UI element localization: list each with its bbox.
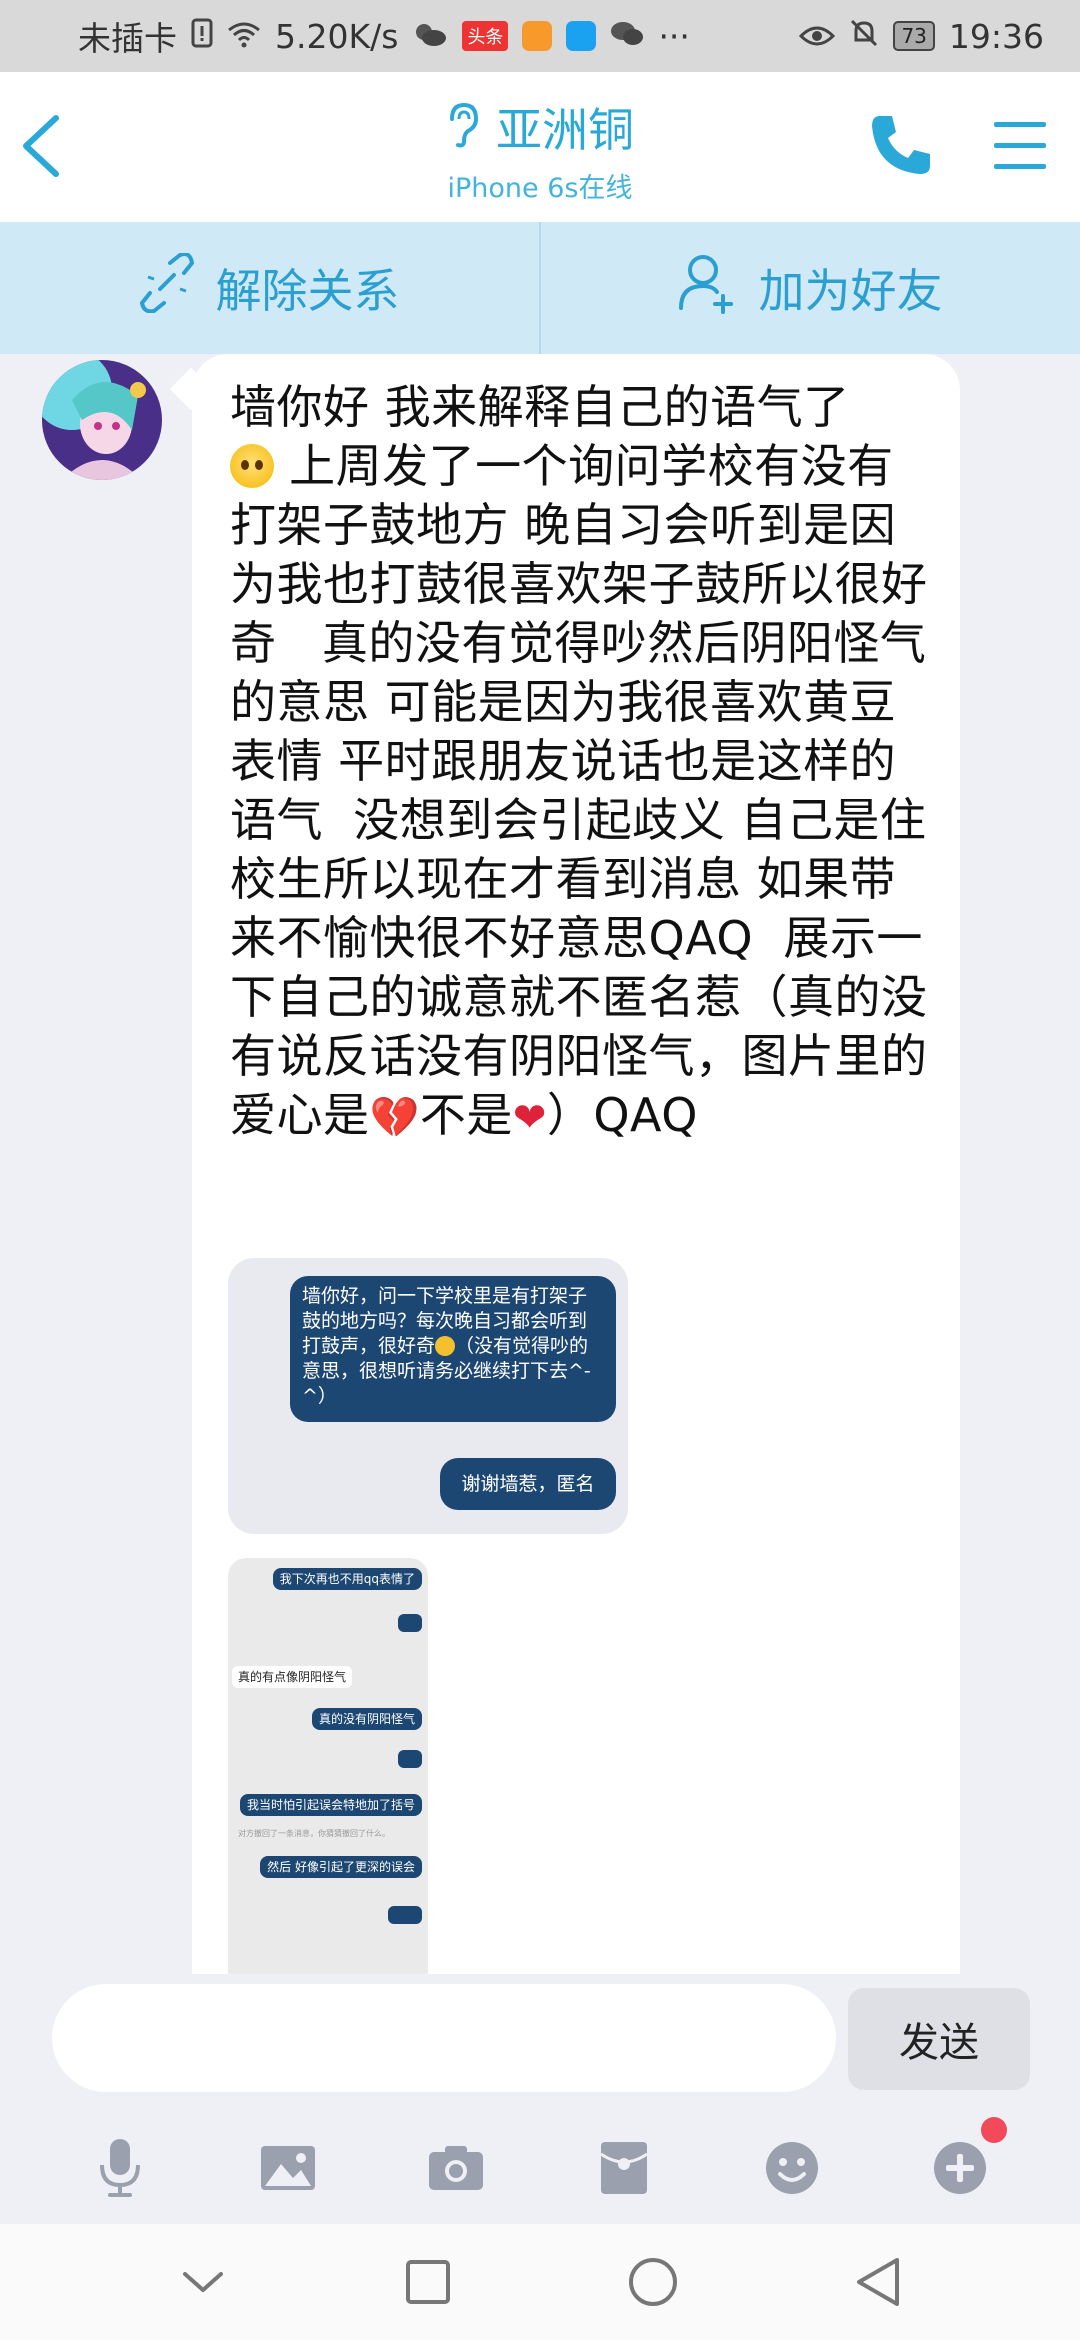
nav-hide-keyboard-button[interactable] xyxy=(168,2247,238,2317)
add-friend-button[interactable]: 加为好友 xyxy=(539,222,1080,354)
screenshot-bubble-thanks: 谢谢墙惹，匿名 xyxy=(440,1458,616,1510)
broken-link-icon xyxy=(139,251,194,324)
wifi-icon xyxy=(227,17,261,56)
input-toolbar xyxy=(0,2112,1080,2224)
more-plus-button[interactable] xyxy=(927,2117,1007,2201)
message-part-4: ）QAQ xyxy=(546,1088,698,1142)
heart-icon: ❤ xyxy=(512,1095,547,1141)
image-button[interactable] xyxy=(255,2135,321,2201)
status-bar: 未插卡 5.20K/s 头条 ··· 73 19:36 xyxy=(0,0,1080,72)
mini-hearts-bubble xyxy=(388,1906,422,1924)
chat-area[interactable]: 墙你好 我来解释自己的语气了 上周发了一个询问学校有没有打架子鼓地方 晚自习会听… xyxy=(0,354,1080,1974)
mini-recall-notice: 对方撤回了一条消息，你猜猜撤回了什么。 xyxy=(238,1829,390,1838)
message-part-2: 上周发了一个询问学校有没有打架子鼓地方 晚自习会听到是因为我也打鼓很喜欢架子鼓所… xyxy=(230,439,928,1142)
mini-emoji-bubble xyxy=(398,1614,422,1632)
contact-name: 亚洲铜 xyxy=(496,103,634,157)
unlink-label: 解除关系 xyxy=(215,264,400,318)
broken-heart-icon: 💔 xyxy=(369,1095,420,1141)
plus-icon xyxy=(934,2142,986,2194)
smiley-face-icon xyxy=(766,2142,818,2194)
more-notifications: ··· xyxy=(658,16,690,56)
eye-icon xyxy=(799,17,836,56)
red-packet-icon xyxy=(600,2142,648,2194)
emoji-button[interactable] xyxy=(759,2135,825,2201)
chevron-down-icon xyxy=(182,2272,223,2292)
add-friend-label: 加为好友 xyxy=(758,264,943,318)
message-part-1: 墙你好 我来解释自己的语气了 xyxy=(230,380,850,434)
system-nav-bar xyxy=(0,2224,1080,2340)
square-icon xyxy=(405,2260,450,2304)
screenshot-bubble-question: 墙你好，问一下学校里是有打架子鼓的地方吗？每次晚自习都会听到打鼓声，很好奇 （没有… xyxy=(290,1276,616,1422)
add-user-icon xyxy=(678,252,737,325)
mini-bubble-not-sarcastic: 真的没有阴阳怪气 xyxy=(311,1708,422,1730)
sim-alert-icon xyxy=(191,17,213,56)
ear-icon xyxy=(446,101,480,153)
speed-text: 5.20K/s xyxy=(275,16,399,56)
chat-header: 亚洲铜 iPhone 6s在线 xyxy=(0,72,1080,222)
toutiao-badge: 头条 xyxy=(462,21,509,51)
red-packet-button[interactable] xyxy=(591,2135,657,2201)
attached-image-2[interactable]: 我下次再也不用qq表情了 真的有点像阴阳怪气 真的没有阴阳怪气 我当时怕引起误会… xyxy=(228,1558,428,1974)
circle-icon xyxy=(628,2258,677,2306)
attached-image-1[interactable]: 墙你好，问一下学校里是有打架子鼓的地方吗？每次晚自习都会听到打鼓声，很好奇 （没有… xyxy=(228,1258,628,1534)
battery-indicator: 73 xyxy=(893,21,935,51)
uc-browser-icon xyxy=(522,21,553,51)
carrier-text: 未插卡 xyxy=(78,19,177,58)
nav-home-button[interactable] xyxy=(618,2247,688,2317)
phone-call-button[interactable] xyxy=(866,110,936,180)
triangle-back-icon xyxy=(856,2258,899,2306)
nav-back-button[interactable] xyxy=(843,2247,913,2317)
unlink-button[interactable]: 解除关系 xyxy=(0,222,539,354)
menu-button[interactable] xyxy=(990,118,1050,174)
message-text: 墙你好 我来解释自己的语气了 上周发了一个询问学校有没有打架子鼓地方 晚自习会听… xyxy=(230,378,930,1148)
send-button[interactable]: 发送 xyxy=(848,1988,1030,2090)
input-bar: 发送 xyxy=(0,1974,1080,2112)
voice-button[interactable] xyxy=(87,2135,153,2201)
camera-icon xyxy=(429,2146,483,2190)
mini-bubble-no-qq-emoji: 我下次再也不用qq表情了 xyxy=(272,1568,422,1590)
mini-emoji-bubble xyxy=(398,1750,422,1768)
microphone-icon xyxy=(100,2139,140,2197)
lightbulb-app-icon xyxy=(566,21,597,51)
mini-bubble-deeper-misunderstanding: 然后 好像引起了更深的误会 xyxy=(260,1856,422,1878)
message-part-3: 不是 xyxy=(419,1088,513,1142)
avatar[interactable] xyxy=(42,360,162,480)
wechat-icon xyxy=(610,17,644,56)
image-icon xyxy=(261,2146,315,2190)
smiley-icon xyxy=(435,1336,456,1356)
camera-button[interactable] xyxy=(423,2135,489,2201)
notification-dot xyxy=(981,2117,1007,2143)
mini-bubble-seems-sarcastic: 真的有点像阴阳怪气 xyxy=(232,1666,353,1688)
crying-face-icon xyxy=(230,444,274,488)
clock-text: 19:36 xyxy=(948,16,1044,56)
message-bubble[interactable]: 墙你好 我来解释自己的语气了 上周发了一个询问学校有没有打架子鼓地方 晚自习会听… xyxy=(192,354,960,1974)
relationship-action-bar: 解除关系 加为好友 xyxy=(0,222,1080,354)
weather-icon xyxy=(412,17,448,56)
nav-recents-button[interactable] xyxy=(393,2247,463,2317)
message-input[interactable] xyxy=(52,1984,836,2092)
mute-bell-icon xyxy=(849,17,879,56)
mini-bubble-added-brackets: 我当时怕引起误会特地加了括号 xyxy=(239,1794,422,1816)
